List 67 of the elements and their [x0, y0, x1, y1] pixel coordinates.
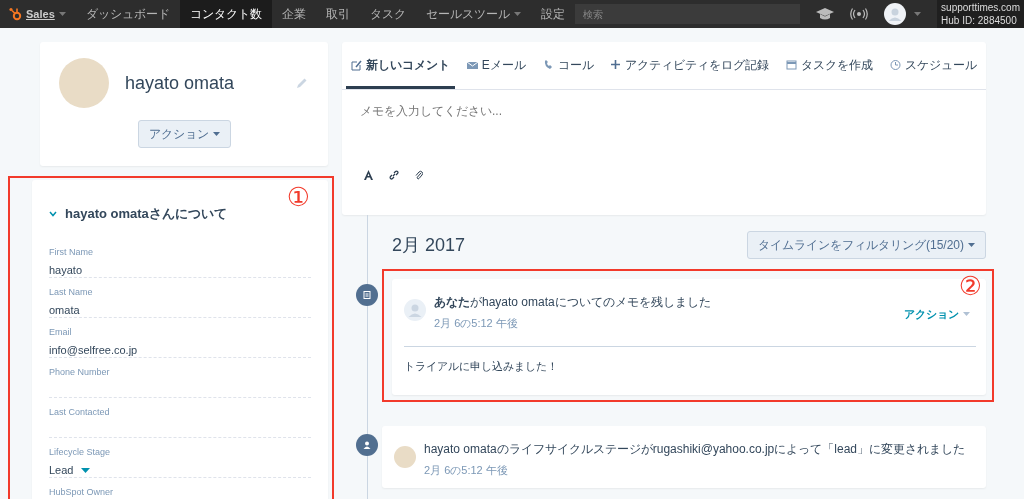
account-info[interactable]: supporttimes.com Hub ID: 2884500 [937, 0, 1024, 28]
plus-icon [610, 59, 622, 71]
annotation-number: ① [286, 184, 310, 210]
graduation-cap-icon[interactable] [816, 8, 835, 20]
composer-tab[interactable]: コール [537, 42, 599, 89]
section-toggle[interactable]: hayato omataさんについて [49, 204, 227, 224]
caret-icon [914, 12, 922, 16]
clock-icon [890, 59, 901, 71]
action-button[interactable]: アクション [137, 120, 231, 148]
document-icon [361, 289, 373, 301]
person-icon [361, 439, 373, 451]
composer-tab[interactable]: スケジュール [885, 42, 982, 89]
field-label: First Name [49, 245, 94, 259]
field-label: Lifecycle Stage [49, 445, 112, 459]
user-avatar-icon [404, 299, 426, 321]
nav-tab[interactable]: セールスツール [415, 0, 531, 28]
lifecycle-dropdown[interactable]: Lead [49, 462, 91, 479]
field-value[interactable]: omata [49, 302, 80, 319]
brand-menu[interactable]: Sales [0, 0, 76, 28]
caret-icon [963, 312, 970, 317]
sprocket-logo-icon [8, 7, 22, 21]
nav-tab[interactable]: ダッシュボード [75, 0, 180, 28]
window-icon [786, 59, 798, 71]
field-label: Last Name [49, 285, 94, 299]
field-label: HubSpot Owner [49, 485, 115, 499]
note-body: トライアルに申し込みました！ [404, 358, 559, 374]
phone-icon [542, 59, 554, 71]
caret-icon [968, 243, 975, 247]
event-time: 2月 6の5:12 午後 [434, 316, 519, 331]
caret-icon [81, 467, 91, 473]
field-label: Email [49, 325, 73, 339]
nav-tab[interactable]: 取引 [315, 0, 360, 28]
caret-icon [58, 12, 66, 16]
composer-tab[interactable]: Eメール [461, 42, 531, 89]
event-time: 2月 6の5:12 午後 [424, 463, 509, 478]
timeline-filter-button[interactable]: タイムラインをフィルタリング(15/20) [746, 231, 986, 259]
nav-tab[interactable]: タスク [359, 0, 416, 28]
caret-icon [212, 132, 220, 136]
edit-icon [351, 59, 362, 71]
broadcast-icon[interactable] [850, 8, 869, 20]
composer-tab[interactable]: アクティビティをログ記録 [605, 42, 775, 89]
nav-tab[interactable]: 企業 [271, 0, 316, 28]
composer-tab[interactable]: タスクを作成 [781, 42, 879, 89]
user-avatar-icon[interactable] [884, 3, 907, 25]
field-label: Phone Number [49, 365, 111, 379]
event-title: あなたがhayato omataについてのメモを残しました [434, 294, 711, 311]
event-title: hayato omataのライフサイクルステージがrugashiki@yahoo.co.jpによって「lead」に変更されました [424, 441, 965, 458]
account-domain: supporttimes.com [941, 1, 1020, 14]
search-field[interactable]: 検索 [574, 4, 801, 24]
contact-name: hayato omata [125, 71, 235, 95]
nav-tab[interactable]: 設定 [530, 0, 575, 28]
hub-id: Hub ID: 2884500 [941, 14, 1018, 27]
field-label: Last Contacted [49, 405, 111, 419]
chevron-down-icon [49, 210, 57, 217]
photo-placeholder [394, 446, 416, 468]
month-heading: 2月 2017 [392, 233, 466, 257]
annotation-number: ② [958, 273, 982, 299]
comment-editor[interactable]: メモを入力してください... [342, 90, 986, 205]
letter-a-icon [364, 170, 373, 181]
photo-placeholder [59, 58, 109, 108]
paperclip-icon [415, 170, 423, 181]
envelope-icon [466, 59, 478, 71]
nav-tab[interactable]: コンタクト数 [179, 0, 272, 28]
field-value[interactable]: hayato [49, 262, 83, 279]
action-dropdown[interactable]: アクション [898, 305, 976, 324]
field-value[interactable]: info@selfree.co.jp [49, 342, 138, 359]
link-icon [389, 170, 399, 181]
